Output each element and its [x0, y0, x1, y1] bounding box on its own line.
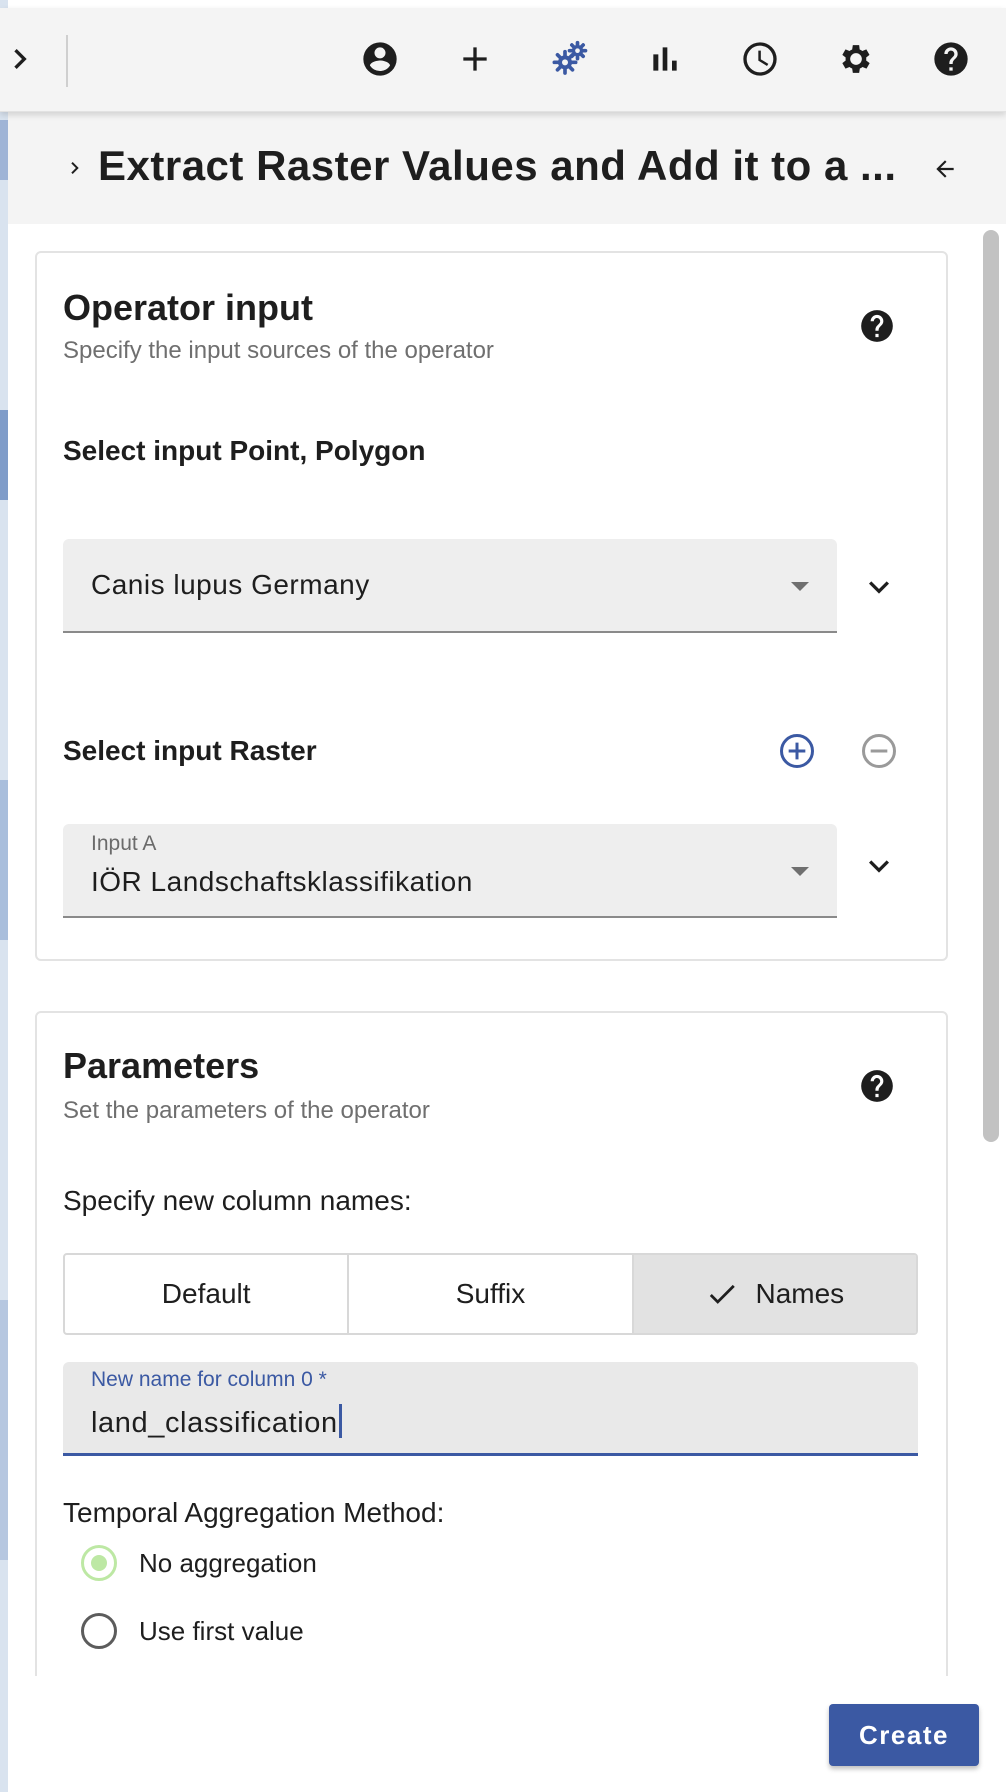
add-data-button[interactable] [446, 30, 504, 88]
radio-label: Use first value [139, 1615, 304, 1646]
operator-title-bar: Extract Raster Values and Add it to a ..… [8, 112, 1006, 224]
field-label: New name for column 0 * [91, 1368, 327, 1391]
page-title: Extract Raster Values and Add it to a ..… [98, 142, 897, 189]
create-button[interactable]: Create [829, 1704, 979, 1766]
column-name-mode-toggle: Default Suffix Names [63, 1253, 918, 1335]
account-button[interactable] [351, 30, 409, 88]
dropdown-arrow-icon [791, 582, 809, 591]
toolbar-divider [66, 35, 68, 87]
add-raster-icon[interactable] [777, 731, 817, 771]
raster-select[interactable]: Input A IÖR Landschaftsklassifikation [63, 824, 837, 918]
select-value: IÖR Landschaftsklassifikation [91, 866, 473, 897]
toggle-label: Names [755, 1278, 845, 1309]
toggle-label: Suffix [455, 1278, 526, 1309]
help-icon[interactable] [858, 307, 896, 345]
raster-label: Select input Raster [63, 735, 317, 766]
aggregation-label: Temporal Aggregation Method: [63, 1497, 445, 1528]
card-subtitle: Set the parameters of the operator [63, 1097, 430, 1124]
top-toolbar [0, 8, 1006, 112]
settings-button[interactable] [827, 30, 885, 88]
field-value: land_classification [91, 1407, 338, 1439]
scrollbar[interactable] [976, 224, 1006, 1676]
account-icon [363, 42, 397, 76]
column-name-field[interactable]: New name for column 0 * land_classificat… [63, 1362, 918, 1456]
card-subtitle: Specify the input sources of the operato… [63, 337, 494, 364]
point-polygon-select[interactable]: Canis lupus Germany [63, 539, 837, 633]
bar-chart-icon [653, 47, 677, 71]
operators-icon [552, 40, 588, 75]
page: Extract Raster Values and Add it to a ..… [0, 0, 1006, 1792]
operators-button[interactable] [541, 30, 599, 88]
help-icon [934, 42, 968, 76]
chevron-right-icon[interactable] [58, 152, 90, 184]
card-title: Operator input [63, 287, 313, 328]
clock-icon [743, 42, 777, 76]
map-edge[interactable] [0, 0, 8, 1792]
toggle-suffix[interactable]: Suffix [349, 1255, 634, 1333]
radio-button-selected[interactable] [81, 1545, 117, 1581]
help-button[interactable] [922, 30, 980, 88]
radio-button[interactable] [81, 1613, 117, 1649]
column-names-label: Specify new column names: [63, 1185, 412, 1216]
operator-form[interactable]: Operator input Specify the input sources… [8, 224, 976, 1676]
text-cursor [338, 1404, 342, 1438]
dropdown-arrow-icon [791, 867, 809, 876]
plots-button[interactable] [636, 30, 694, 88]
radio-first-value[interactable]: Use first value [81, 1611, 304, 1651]
radio-no-aggregation[interactable]: No aggregation [81, 1543, 317, 1583]
toggle-label: Default [161, 1278, 251, 1309]
back-arrow-icon[interactable] [932, 156, 958, 182]
chevron-right-icon [14, 49, 27, 69]
point-polygon-label: Select input Point, Polygon [63, 435, 426, 466]
operator-input-card: Operator input Specify the input sources… [35, 251, 948, 961]
check-icon [710, 1284, 736, 1304]
card-title: Parameters [63, 1045, 260, 1086]
scrollbar-thumb[interactable] [983, 230, 999, 1142]
expand-sidebar-button[interactable] [0, 30, 40, 88]
radio-label: No aggregation [139, 1547, 317, 1578]
chevron-down-icon[interactable] [859, 567, 899, 607]
select-value: Canis lupus Germany [91, 569, 370, 600]
select-label: Input A [91, 832, 157, 855]
chevron-down-icon[interactable] [859, 846, 899, 886]
field-value-row: land_classification [91, 1404, 342, 1440]
help-icon[interactable] [858, 1067, 896, 1105]
toggle-names[interactable]: Names [633, 1255, 916, 1333]
gear-icon [842, 45, 870, 73]
time-button[interactable] [731, 30, 789, 88]
toggle-default[interactable]: Default [65, 1255, 350, 1333]
parameters-card: Parameters Set the parameters of the ope… [35, 1011, 948, 1676]
remove-raster-icon[interactable] [859, 731, 899, 771]
add-icon [463, 47, 487, 71]
